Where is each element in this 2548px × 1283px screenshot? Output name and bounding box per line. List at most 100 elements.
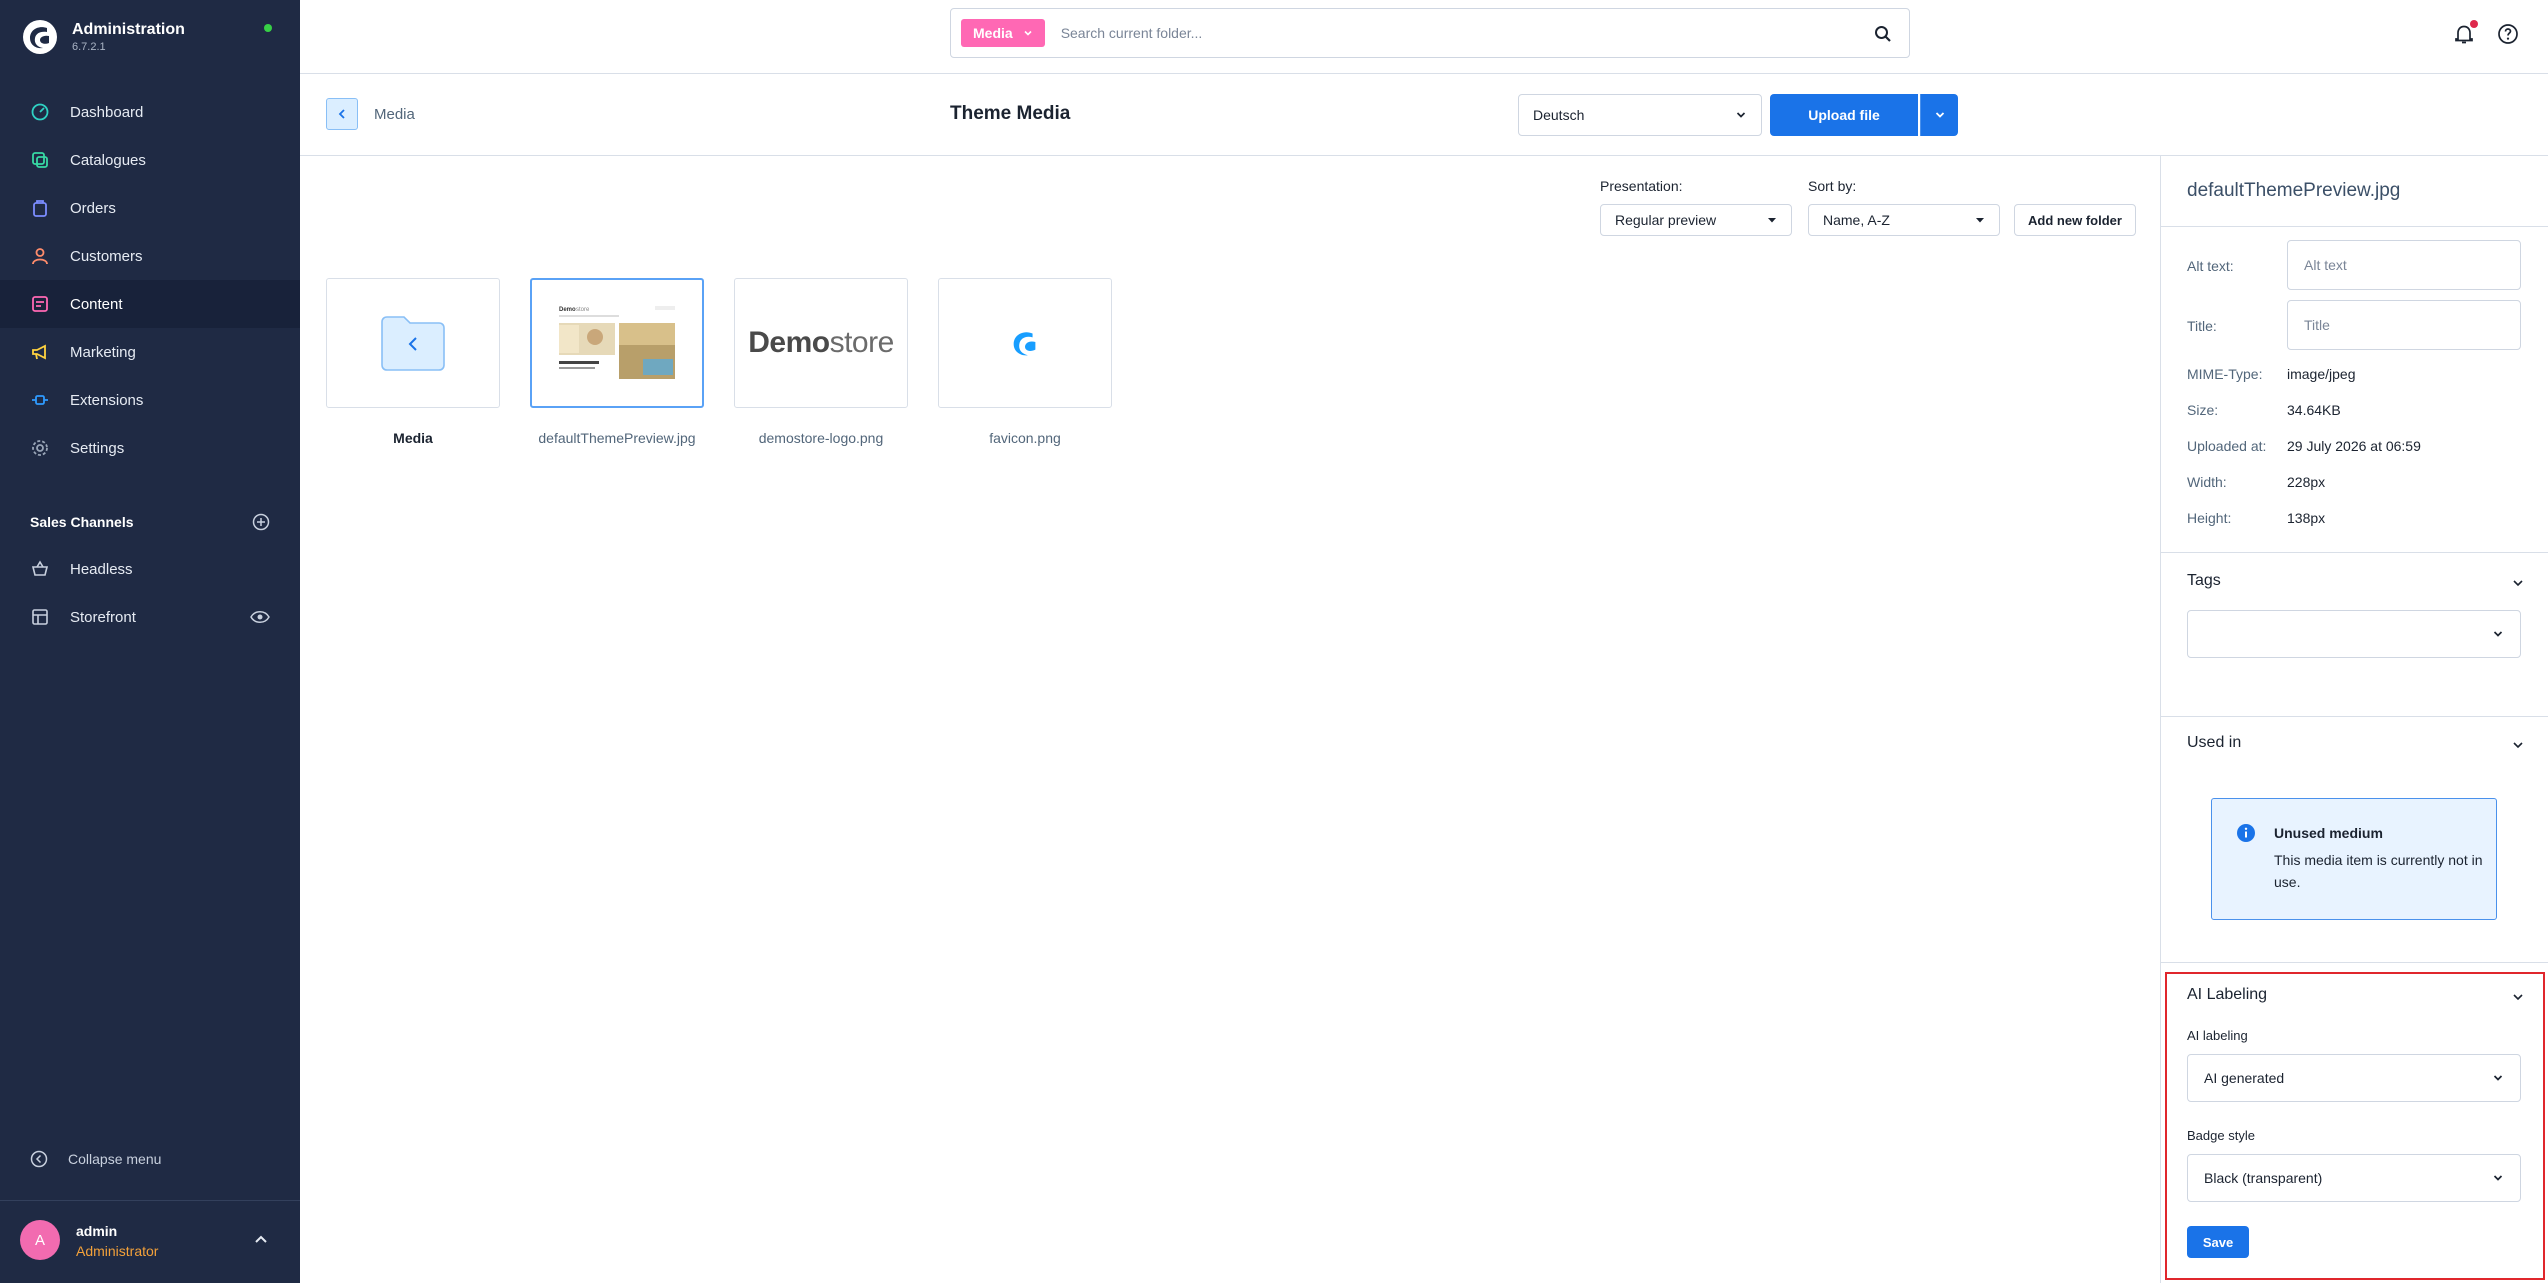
add-sales-channel-icon[interactable]: [252, 513, 270, 531]
chevron-down-icon: [2493, 1175, 2503, 1181]
upload-options-button[interactable]: [1920, 94, 1958, 136]
sort-value: Name, A-Z: [1823, 212, 1890, 228]
add-new-folder-button[interactable]: Add new folder: [2014, 204, 2136, 236]
ai-labeling-value: AI generated: [2204, 1070, 2285, 1086]
shopware-logo-icon: [1013, 332, 1036, 356]
notification-dot: [2470, 20, 2478, 28]
tags-section-title[interactable]: Tags: [2187, 572, 2221, 590]
nav-label: Content: [70, 295, 123, 313]
media-item-favicon[interactable]: [938, 278, 1112, 408]
meta-value-mime: image/jpeg: [2287, 366, 2356, 382]
search-icon[interactable]: [1873, 24, 1893, 44]
catalogue-icon: [30, 150, 50, 170]
chevron-down-icon: [1736, 112, 1746, 118]
meta-label-mime: MIME-Type:: [2187, 366, 2263, 382]
eye-icon[interactable]: [250, 607, 270, 627]
user-menu[interactable]: A admin Administrator: [0, 1200, 300, 1283]
media-item-demostore-logo[interactable]: Demostore: [734, 278, 908, 408]
nav-item-customers[interactable]: Customers: [0, 232, 300, 280]
search-type-dropdown[interactable]: Media: [961, 19, 1045, 47]
nav-item-catalogues[interactable]: Catalogues: [0, 136, 300, 184]
nav-item-marketing[interactable]: Marketing: [0, 328, 300, 376]
ai-labeling-select[interactable]: AI generated: [2187, 1054, 2521, 1102]
sales-channel-label: Storefront: [70, 608, 136, 626]
divider: [2161, 962, 2548, 963]
sales-channel-label: Headless: [70, 560, 133, 578]
media-item-label: defaultThemePreview.jpg: [538, 430, 696, 446]
collapse-menu-button[interactable]: Collapse menu: [30, 1150, 161, 1168]
chevron-down-icon: [2493, 631, 2503, 637]
meta-label-height: Height:: [2187, 510, 2232, 526]
nav-item-orders[interactable]: Orders: [0, 184, 300, 232]
badge-style-select[interactable]: Black (transparent): [2187, 1154, 2521, 1202]
search-type-label: Media: [973, 25, 1013, 41]
meta-label-uploaded: Uploaded at:: [2187, 438, 2267, 454]
caret-down-icon: [1768, 218, 1776, 223]
main-nav: Dashboard Catalogues Orders Customers Co…: [0, 88, 300, 472]
demostore-logo-strong: Demo: [748, 326, 830, 359]
brand-title: Administration: [72, 21, 185, 38]
chevron-down-icon[interactable]: [2511, 738, 2525, 752]
nav-item-content[interactable]: Content: [0, 280, 300, 328]
search-input[interactable]: [1058, 24, 1839, 42]
file-name-title: defaultThemePreview.jpg: [2187, 180, 2401, 201]
theme-preview-image: Demo store: [555, 303, 679, 383]
media-item-folder-back[interactable]: [326, 278, 500, 408]
sales-channel-storefront[interactable]: Storefront: [0, 593, 300, 641]
online-status-dot: [264, 24, 272, 32]
search-bar: Media: [950, 8, 1910, 58]
save-button[interactable]: Save: [2187, 1226, 2249, 1258]
nav-item-dashboard[interactable]: Dashboard: [0, 88, 300, 136]
brand-version: 6.7.2.1: [72, 41, 106, 53]
info-icon: [2237, 824, 2255, 842]
nav-label: Orders: [70, 199, 116, 217]
nav-item-settings[interactable]: Settings: [0, 424, 300, 472]
divider: [2161, 716, 2548, 717]
sort-select[interactable]: Name, A-Z: [1808, 204, 2000, 236]
nav-label: Catalogues: [70, 151, 146, 169]
chevron-down-icon[interactable]: [2511, 576, 2525, 590]
media-details-panel: defaultThemePreview.jpg Alt text: Title:…: [2160, 156, 2548, 1283]
nav-label: Settings: [70, 439, 125, 457]
nav-label: Customers: [70, 247, 143, 265]
top-bar: Media: [300, 0, 2548, 74]
used-in-section-title[interactable]: Used in: [2187, 734, 2241, 752]
sidebar: Administration 6.7.2.1 Dashboard Catalog…: [0, 0, 300, 1283]
page-title: Theme Media: [950, 103, 1071, 124]
help-icon[interactable]: [2496, 22, 2520, 46]
alt-text-input[interactable]: [2287, 240, 2521, 290]
upload-file-button[interactable]: Upload file: [1770, 94, 1918, 136]
collapse-icon: [30, 1150, 48, 1168]
language-value: Deutsch: [1533, 107, 1585, 123]
page-header: Media Theme Media Deutsch Upload file: [300, 74, 2548, 156]
language-select[interactable]: Deutsch: [1518, 94, 1762, 136]
nav-label: Extensions: [70, 391, 144, 409]
meta-value-width: 228px: [2287, 474, 2326, 490]
shopware-logo-icon: [23, 20, 57, 54]
brand[interactable]: Administration 6.7.2.1: [22, 16, 185, 58]
sales-channel-headless[interactable]: Headless: [0, 545, 300, 593]
preview-logo-text-light: store: [576, 307, 590, 313]
presentation-value: Regular preview: [1615, 212, 1717, 228]
title-input[interactable]: [2287, 300, 2521, 350]
user-name: admin: [76, 1223, 118, 1239]
back-button[interactable]: [326, 98, 358, 130]
presentation-select[interactable]: Regular preview: [1600, 204, 1792, 236]
divider: [2161, 226, 2548, 227]
nav-item-extensions[interactable]: Extensions: [0, 376, 300, 424]
chevron-down-icon[interactable]: [2511, 990, 2525, 1004]
media-item-label: demostore-logo.png: [758, 430, 884, 446]
meta-value-uploaded: 29 July 2026 at 06:59: [2287, 438, 2421, 454]
title-label: Title:: [2187, 318, 2217, 334]
dashboard-icon: [30, 102, 50, 122]
tags-select[interactable]: [2187, 610, 2521, 658]
alt-text-label: Alt text:: [2187, 258, 2234, 274]
breadcrumb[interactable]: Media: [374, 106, 415, 123]
plug-icon: [30, 390, 50, 410]
media-item-default-theme-preview[interactable]: Demo store: [530, 278, 704, 408]
ai-labeling-label: AI labeling: [2187, 1028, 2248, 1043]
sales-channels-header: Sales Channels: [30, 513, 270, 531]
chevron-up-icon: [255, 1235, 267, 1243]
ai-labeling-section-title[interactable]: AI Labeling: [2187, 986, 2267, 1004]
divider: [2161, 552, 2548, 553]
